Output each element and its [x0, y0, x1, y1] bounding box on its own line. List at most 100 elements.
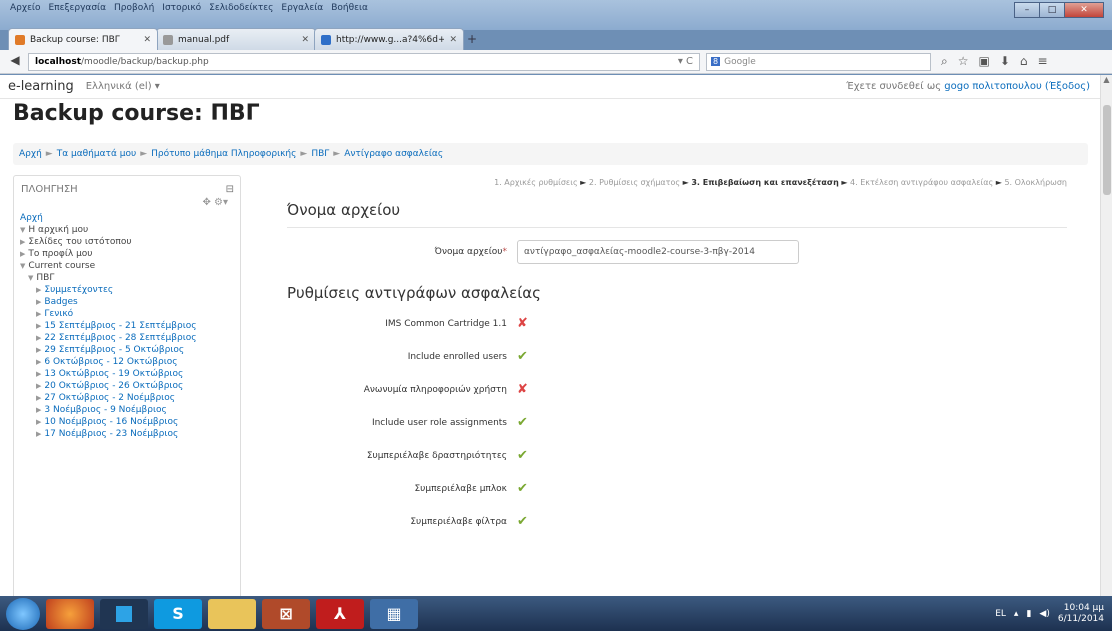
logout-link[interactable]: (Έξοδος): [1045, 81, 1090, 92]
collapsed-arrow-icon[interactable]: ▶: [20, 250, 25, 258]
maximize-button[interactable]: □: [1039, 2, 1065, 18]
dock-block-icon[interactable]: ⊟: [226, 184, 234, 195]
nav-tree-item[interactable]: ▶ 3 Νοέμβριος - 9 Νοέμβριος: [20, 404, 234, 416]
minimize-button[interactable]: –: [1014, 2, 1040, 18]
nav-tree-item[interactable]: ▶ Badges: [20, 296, 234, 308]
breadcrumb-link[interactable]: Τα μαθήματά μου: [57, 149, 136, 159]
close-window-button[interactable]: ✕: [1064, 2, 1104, 18]
nav-tree-label[interactable]: Η αρχική μου: [28, 225, 88, 235]
expanded-arrow-icon[interactable]: ▼: [20, 262, 25, 270]
nav-tree-item[interactable]: ▶ Συμμετέχοντες: [20, 284, 234, 296]
nav-tree-label[interactable]: Γενικό: [44, 309, 73, 319]
nav-tree-label[interactable]: 20 Οκτώβριος - 26 Οκτώβριος: [44, 381, 183, 391]
nav-tree-item[interactable]: ▼ Current course: [20, 260, 234, 272]
user-profile-link[interactable]: gogo πολιτοπουλου: [944, 81, 1041, 92]
expanded-arrow-icon[interactable]: ▼: [20, 226, 25, 234]
close-tab-icon[interactable]: ✕: [143, 35, 151, 45]
breadcrumb-link[interactable]: Αρχή: [19, 149, 42, 159]
nav-tree-label[interactable]: Το προφίλ μου: [28, 249, 92, 259]
reload-icon[interactable]: ▾ C: [678, 56, 693, 67]
home-icon[interactable]: ⌂: [1020, 54, 1028, 69]
media-taskbar-icon[interactable]: [100, 598, 148, 629]
nav-tree-item[interactable]: ▶ 22 Σεπτέμβριος - 28 Σεπτέμβριος: [20, 332, 234, 344]
firefox-taskbar-icon[interactable]: [46, 598, 94, 629]
nav-tree-item[interactable]: ▼ Η αρχική μου: [20, 224, 234, 236]
address-bar[interactable]: localhost /moodle/backup/backup.php ▾ C: [28, 52, 700, 71]
language-menu[interactable]: Ελληνικά (el) ▾: [86, 81, 160, 92]
collapsed-arrow-icon[interactable]: ▶: [36, 430, 41, 438]
collapsed-arrow-icon[interactable]: ▶: [36, 418, 41, 426]
explorer-taskbar-icon[interactable]: [208, 598, 256, 629]
nav-tree-label[interactable]: Αρχή: [20, 213, 43, 223]
menu-item[interactable]: Αρχείο: [8, 2, 43, 14]
scrollbar-thumb[interactable]: [1103, 105, 1111, 195]
nav-tree-item[interactable]: ▶ Το προφίλ μου: [20, 248, 234, 260]
nav-tree-label[interactable]: Current course: [28, 261, 95, 271]
network-icon[interactable]: ▮: [1026, 609, 1031, 619]
collapsed-arrow-icon[interactable]: ▶: [36, 286, 41, 294]
skype-taskbar-icon[interactable]: S: [154, 598, 202, 629]
browser-tab-backup[interactable]: Backup course: ΠΒΓ ✕: [8, 28, 158, 50]
nav-tree-item[interactable]: ▶ Γενικό: [20, 308, 234, 320]
nav-tree-label[interactable]: 3 Νοέμβριος - 9 Νοέμβριος: [44, 405, 166, 415]
nav-tree-label[interactable]: Σελίδες του ιστότοπου: [28, 237, 131, 247]
start-button[interactable]: [6, 597, 40, 630]
gear-icon[interactable]: ⚙▾: [214, 197, 228, 208]
nav-tree-label[interactable]: ΠΒΓ: [36, 273, 54, 283]
menu-item[interactable]: Προβολή: [112, 2, 156, 14]
page-scrollbar[interactable]: ▲: [1100, 75, 1112, 596]
nav-tree-label[interactable]: 6 Οκτώβριος - 12 Οκτώβριος: [44, 357, 177, 367]
breadcrumb-link[interactable]: Αντίγραφο ασφαλείας: [344, 149, 443, 159]
nav-tree-label[interactable]: 27 Οκτώβριος - 2 Νοέμβριος: [44, 393, 175, 403]
close-tab-icon[interactable]: ✕: [301, 35, 309, 45]
download-icon[interactable]: ⬇: [1000, 54, 1010, 69]
collapsed-arrow-icon[interactable]: ▶: [36, 358, 41, 366]
nav-tree-item[interactable]: ▼ ΠΒΓ: [20, 272, 234, 284]
bookmark-star-icon[interactable]: ☆: [958, 54, 969, 69]
collapsed-arrow-icon[interactable]: ▶: [36, 370, 41, 378]
site-name-link[interactable]: e-learning: [8, 79, 74, 94]
menu-item[interactable]: Βοήθεια: [329, 2, 370, 14]
menu-item[interactable]: Επεξεργασία: [47, 2, 109, 14]
collapsed-arrow-icon[interactable]: ▶: [36, 310, 41, 318]
expanded-arrow-icon[interactable]: ▼: [28, 274, 33, 282]
nav-tree-item[interactable]: ▶ 15 Σεπτέμβριος - 21 Σεπτέμβριος: [20, 320, 234, 332]
nav-tree-label[interactable]: 10 Νοέμβριος - 16 Νοέμβριος: [44, 417, 178, 427]
collapsed-arrow-icon[interactable]: ▶: [20, 238, 25, 246]
acrobat-taskbar-icon[interactable]: ⅄: [316, 598, 364, 629]
search-box[interactable]: 8 Google: [706, 52, 931, 71]
nav-tree-item[interactable]: ▶ 17 Νοέμβριος - 23 Νοέμβριος: [20, 428, 234, 440]
filename-input[interactable]: αντίγραφο_ασφαλείας-moodle2-course-3-πβγ…: [517, 240, 799, 264]
paint-taskbar-icon[interactable]: ▦: [370, 598, 418, 629]
browser-tab-web[interactable]: http://www.g...a?4%6d+a2s ✕: [314, 28, 464, 50]
new-tab-button[interactable]: +: [462, 28, 482, 50]
tray-arrow-icon[interactable]: ▴: [1014, 609, 1019, 619]
nav-tree-item[interactable]: ▶ 13 Οκτώβριος - 19 Οκτώβριος: [20, 368, 234, 380]
menu-icon[interactable]: ≡: [1038, 54, 1048, 69]
breadcrumb-link[interactable]: Πρότυπο μάθημα Πληροφορικής: [151, 149, 296, 159]
close-tab-icon[interactable]: ✕: [449, 35, 457, 45]
collapsed-arrow-icon[interactable]: ▶: [36, 394, 41, 402]
collapsed-arrow-icon[interactable]: ▶: [36, 346, 41, 354]
search-icon[interactable]: ⌕: [941, 54, 948, 69]
nav-tree-label[interactable]: 13 Οκτώβριος - 19 Οκτώβριος: [44, 369, 183, 379]
nav-tree-label[interactable]: Συμμετέχοντες: [44, 285, 113, 295]
office-taskbar-icon[interactable]: ⊠: [262, 598, 310, 629]
browser-tab-manual[interactable]: manual.pdf ✕: [156, 28, 316, 50]
scroll-up-icon[interactable]: ▲: [1101, 75, 1112, 84]
nav-tree-item[interactable]: ▶ 27 Οκτώβριος - 2 Νοέμβριος: [20, 392, 234, 404]
breadcrumb-link[interactable]: ΠΒΓ: [311, 149, 329, 159]
nav-tree-item[interactable]: ▶ 20 Οκτώβριος - 26 Οκτώβριος: [20, 380, 234, 392]
back-button[interactable]: ◀: [4, 53, 26, 71]
nav-tree-item[interactable]: ▶ Σελίδες του ιστότοπου: [20, 236, 234, 248]
menu-item[interactable]: Ιστορικό: [160, 2, 203, 14]
move-icon[interactable]: ✥: [202, 197, 210, 208]
nav-tree-item[interactable]: ▶ 6 Οκτώβριος - 12 Οκτώβριος: [20, 356, 234, 368]
collapsed-arrow-icon[interactable]: ▶: [36, 334, 41, 342]
nav-tree-item[interactable]: ▶ 29 Σεπτέμβριος - 5 Οκτώβριος: [20, 344, 234, 356]
nav-tree-item[interactable]: Αρχή: [20, 212, 234, 224]
collapsed-arrow-icon[interactable]: ▶: [36, 382, 41, 390]
nav-tree-label[interactable]: 17 Νοέμβριος - 23 Νοέμβριος: [44, 429, 178, 439]
clock[interactable]: 10:04 μμ 6/11/2014: [1058, 603, 1104, 625]
language-indicator[interactable]: EL: [995, 609, 1006, 619]
